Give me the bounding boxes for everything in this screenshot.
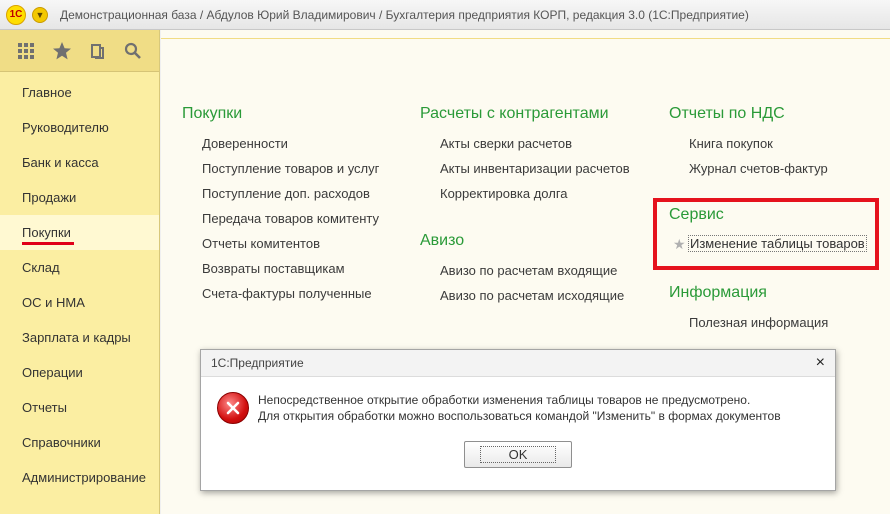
dialog-message: Непосредственное открытие обработки изме…	[258, 392, 781, 424]
section-title-purchases: Покупки	[182, 105, 243, 122]
sidebar-item-main[interactable]: Главное	[0, 75, 159, 110]
link-goods-to-principal[interactable]: Передача товаров комитенту	[202, 211, 379, 226]
section-title-vat-reports: Отчеты по НДС	[669, 105, 785, 122]
sidebar-item-label: Банк и касса	[22, 155, 99, 170]
sidebar-item-label: Продажи	[22, 190, 77, 205]
apps-grid-icon[interactable]	[14, 39, 38, 63]
active-item-underline	[22, 242, 74, 245]
dialog-title: 1С:Предприятие	[211, 356, 304, 370]
link-reconciliation-acts[interactable]: Акты сверки расчетов	[440, 136, 572, 151]
sidebar-item-label: Отчеты	[22, 400, 67, 415]
window-title: Демонстрационная база / Абдулов Юрий Вла…	[60, 7, 749, 22]
ok-button-label: OK	[479, 446, 557, 463]
sidebar-item-operations[interactable]: Операции	[0, 355, 159, 390]
sidebar-item-label: Руководителю	[22, 120, 109, 135]
dialog-titlebar: 1С:Предприятие ×	[201, 350, 835, 377]
sidebar-item-fixed-assets[interactable]: ОС и НМА	[0, 285, 159, 320]
link-aviso-incoming[interactable]: Авизо по расчетам входящие	[440, 263, 617, 278]
sidebar-item-label: Зарплата и кадры	[22, 330, 131, 345]
sidebar-item-administration[interactable]: Администрирование	[0, 460, 159, 495]
close-icon[interactable]: ×	[816, 354, 825, 372]
error-icon	[217, 392, 249, 424]
link-additional-expenses[interactable]: Поступление доп. расходов	[202, 186, 370, 201]
sidebar-item-label: Покупки	[22, 225, 71, 240]
sidebar-section-list: Главное Руководителю Банк и касса Продаж…	[0, 72, 159, 495]
link-returns-to-suppliers[interactable]: Возвраты поставщикам	[202, 261, 345, 276]
sidebar-item-payroll[interactable]: Зарплата и кадры	[0, 320, 159, 355]
sidebar-toolbar	[0, 30, 159, 72]
link-change-goods-table[interactable]: Изменение таблицы товаров	[688, 235, 867, 252]
sidebar-item-label: Операции	[22, 365, 83, 380]
app-logo-icon[interactable]: 1С	[6, 4, 26, 25]
link-goods-receipts[interactable]: Поступление товаров и услуг	[202, 161, 379, 176]
content-top-divider	[161, 38, 890, 39]
sidebar-item-label: Главное	[22, 85, 72, 100]
link-aviso-outgoing[interactable]: Авизо по расчетам исходящие	[440, 288, 624, 303]
error-dialog: 1С:Предприятие × Непосредственное открыт…	[200, 349, 836, 491]
sidebar-item-reports[interactable]: Отчеты	[0, 390, 159, 425]
sidebar-item-sales[interactable]: Продажи	[0, 180, 159, 215]
link-received-invoices[interactable]: Счета-фактуры полученные	[202, 286, 372, 301]
section-title-info: Информация	[669, 284, 767, 301]
sidebar-item-label: Администрирование	[22, 470, 146, 485]
link-inventory-acts[interactable]: Акты инвентаризации расчетов	[440, 161, 630, 176]
dialog-message-line2: Для открытия обработки можно воспользова…	[258, 409, 781, 423]
sidebar-item-purchases[interactable]: Покупки	[0, 215, 159, 250]
link-powers-of-attorney[interactable]: Доверенности	[202, 136, 288, 151]
section-title-aviso: Авизо	[420, 232, 465, 249]
link-useful-info[interactable]: Полезная информация	[689, 315, 828, 330]
favorites-star-icon[interactable]	[50, 39, 74, 63]
dialog-message-line1: Непосредственное открытие обработки изме…	[258, 393, 751, 407]
ok-button[interactable]: OK	[464, 441, 572, 468]
link-purchase-ledger[interactable]: Книга покупок	[689, 136, 773, 151]
favorite-star-icon[interactable]: ★	[673, 236, 686, 253]
link-principal-reports[interactable]: Отчеты комитентов	[202, 236, 320, 251]
sidebar-item-label: Склад	[22, 260, 60, 275]
sidebar-item-bank-cash[interactable]: Банк и касса	[0, 145, 159, 180]
section-title-settlements: Расчеты с контрагентами	[420, 105, 609, 122]
sidebar-item-label: Справочники	[22, 435, 101, 450]
link-debt-adjustment[interactable]: Корректировка долга	[440, 186, 568, 201]
link-invoice-journal[interactable]: Журнал счетов-фактур	[689, 161, 828, 176]
sidebar-item-director[interactable]: Руководителю	[0, 110, 159, 145]
history-icon[interactable]	[85, 39, 109, 63]
search-icon[interactable]	[121, 39, 145, 63]
sidebar-item-directories[interactable]: Справочники	[0, 425, 159, 460]
sidebar-item-label: ОС и НМА	[22, 295, 85, 310]
window-titlebar: 1С ▼ Демонстрационная база / Абдулов Юри…	[0, 0, 890, 30]
sections-sidebar: Главное Руководителю Банк и касса Продаж…	[0, 30, 160, 514]
sidebar-item-warehouse[interactable]: Склад	[0, 250, 159, 285]
section-title-service: Сервис	[669, 206, 724, 223]
main-menu-chevron-icon[interactable]: ▼	[32, 6, 48, 23]
